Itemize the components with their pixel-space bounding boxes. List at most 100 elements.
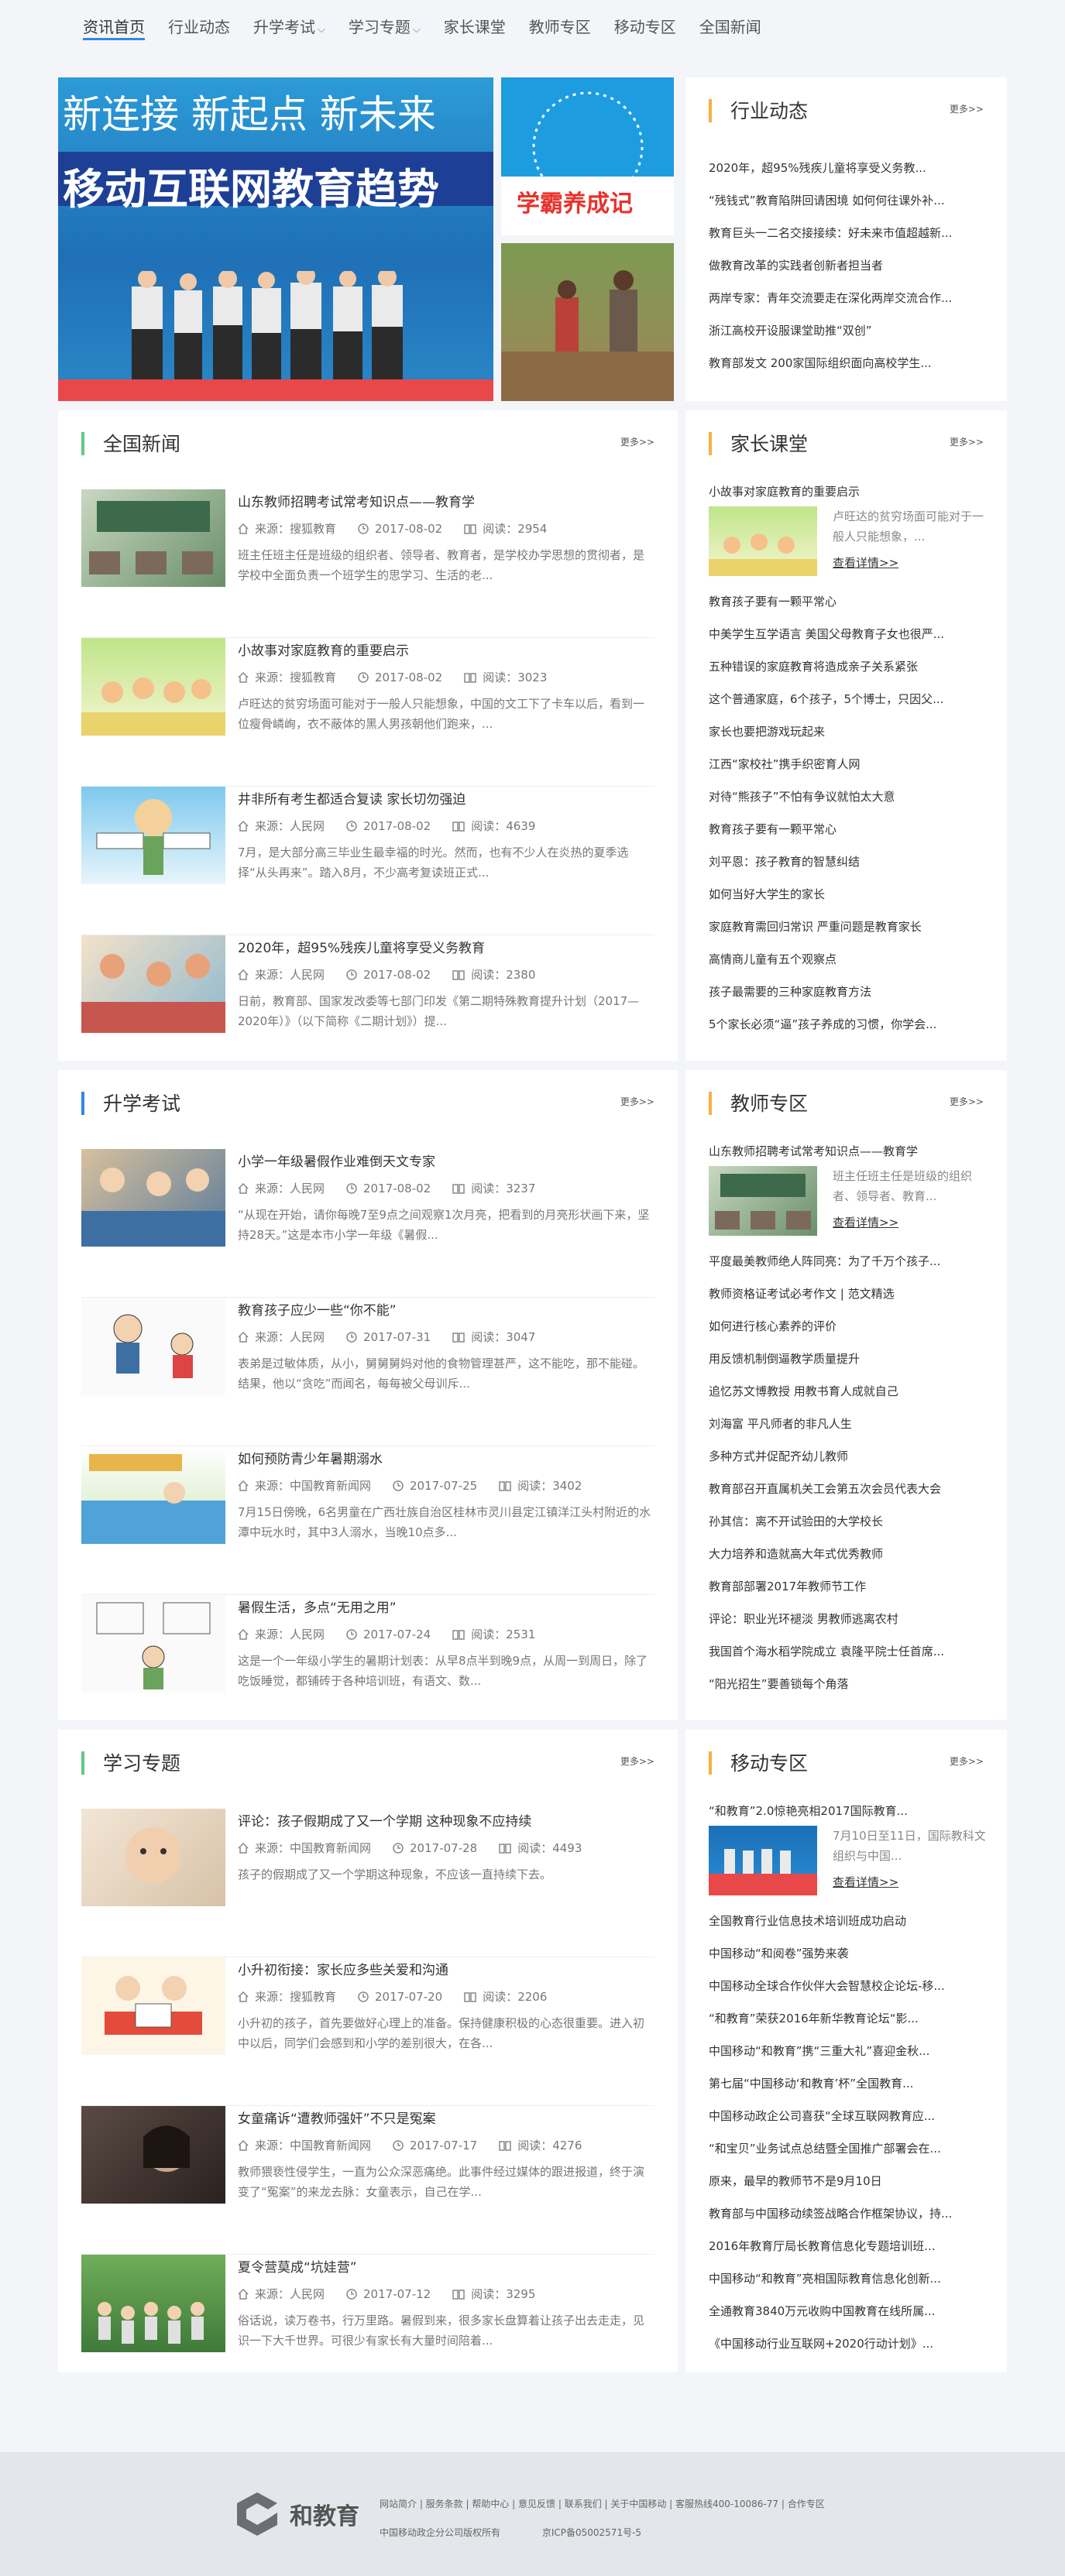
news-item[interactable]: 小故事对家庭教育的重要启示 来源：搜狐教育 2017-08-02 阅读：3023… (81, 638, 654, 787)
featured-title[interactable]: 小故事对家庭教育的重要启示 (709, 480, 991, 503)
news-title[interactable]: 如何预防青少年暑期溺水 (238, 1448, 383, 1467)
banner-side-image-2[interactable] (501, 243, 674, 401)
list-item[interactable]: 五种错误的家庭教育将造成亲子关系紧张 (709, 650, 991, 683)
banner-side-image-1[interactable]: 学霸养成记 (501, 77, 674, 235)
more-link[interactable]: 更多>> (950, 1754, 984, 1768)
featured-article[interactable]: “和教育”2.0惊艳亮相2017国际教育... 7月10日至11日，国际教科文组… (709, 1799, 991, 1897)
news-item[interactable]: 小升初衔接：家长应多些关爱和沟通 来源：搜狐教育 2017-07-20 阅读：2… (81, 1957, 654, 2106)
list-item[interactable]: 大力培养和造就高大年式优秀教师 (709, 1538, 991, 1570)
view-details-link[interactable]: 查看详情>> (833, 554, 898, 571)
view-details-link[interactable]: 查看详情>> (833, 1214, 898, 1230)
featured-article[interactable]: 小故事对家庭教育的重要启示 卢旺达的贫穷场面可能对于一般人只能想象，... 查看… (709, 480, 991, 578)
list-item[interactable]: 浙江高校开设服课堂助推“双创” (709, 314, 991, 347)
news-title[interactable]: 女童痛诉“遭教师强奸”不只是冤案 (238, 2108, 436, 2127)
list-item[interactable]: “和宝贝”业务试点总结暨全国推广部署会在... (709, 2132, 991, 2165)
news-item[interactable]: 暑假生活，多点“无用之用” 来源：人民网 2017-07-24 阅读：2531 … (81, 1595, 654, 1744)
list-item[interactable]: 中国移动“和教育”携“三重大礼”喜迎金秋... (709, 2035, 991, 2067)
list-item[interactable]: “残钱式”教育陷阱回请困境 如何何往课外补... (709, 184, 991, 217)
nav-item-industry[interactable]: 行业动态 (168, 14, 230, 40)
list-item[interactable]: “阳光招生”要善锁每个角落 (709, 1668, 991, 1700)
list-item[interactable]: 这个普通家庭，6个孩子，5个博士，只因父... (709, 683, 991, 715)
news-title[interactable]: 小故事对家庭教育的重要启示 (238, 640, 409, 659)
news-item[interactable]: 评论：孩子假期成了又一个学期 这种现象不应持续 来源：中国教育新闻网 2017-… (81, 1809, 654, 1957)
featured-article[interactable]: 山东教师招聘考试常考知识点——教育学 班主任班主任是班级的组织者、领导者、教育.… (709, 1140, 991, 1237)
news-item[interactable]: 夏令营莫成“坑娃营” 来源：人民网 2017-07-12 阅读：3295 俗话说… (81, 2255, 654, 2403)
list-item[interactable]: 教育部发文 200家国际组织面向高校学生... (709, 347, 991, 379)
list-item[interactable]: 孩子最需要的三种家庭教育方法 (709, 976, 991, 1008)
list-item[interactable]: 中国移动全球合作伙伴大会智慧校企论坛-移... (709, 1970, 991, 2002)
list-item[interactable]: 如何进行核心素养的评价 (709, 1310, 991, 1343)
nav-item-home[interactable]: 资讯首页 (83, 14, 145, 40)
list-item[interactable]: 中国移动“和教育”亮相国际教育信息化创新... (709, 2262, 991, 2295)
nav-item-topic[interactable]: 学习专题 ⌵ (349, 14, 421, 40)
news-title[interactable]: 小升初衔接：家长应多些关爱和沟通 (238, 1959, 448, 1978)
list-item[interactable]: 教育部部署2017年教师节工作 (709, 1570, 991, 1603)
list-item[interactable]: 刘海富 平凡师者的非凡人生 (709, 1408, 991, 1440)
more-link[interactable]: 更多>> (950, 435, 984, 448)
view-details-link[interactable]: 查看详情>> (833, 1874, 898, 1890)
list-item[interactable]: 教育部召开直属机关工会第五次会员代表大会 (709, 1473, 991, 1505)
list-item[interactable]: 对待“熊孩子”不怕有争议就怕太大意 (709, 780, 991, 813)
list-item[interactable]: 教育巨头一二名交接接续：好未来市值超越新... (709, 217, 991, 249)
news-item[interactable]: 小学一年级暑假作业难倒天文专家 来源：人民网 2017-08-02 阅读：323… (81, 1149, 654, 1298)
news-item[interactable]: 井非所有考生都适合复读 家长切勿强迫 来源：人民网 2017-08-02 阅读：… (81, 787, 654, 935)
more-link[interactable]: 更多>> (950, 102, 984, 115)
list-item[interactable]: 中美学生互学语言 美国父母教育子女也很严... (709, 618, 991, 650)
list-item[interactable]: 中国移动“和阅卷”强势来袭 (709, 1937, 991, 1970)
list-item[interactable]: 刘平恩：孩子教育的智慧纠结 (709, 846, 991, 878)
list-item[interactable]: 孙其信：离不开试验田的大学校长 (709, 1505, 991, 1538)
list-item[interactable]: 做教育改革的实践者创新者担当者 (709, 249, 991, 282)
list-item[interactable]: 全通教育3840万元收购中国教育在线所属... (709, 2295, 991, 2327)
list-item[interactable]: 我国首个海水稻学院成立 袁隆平院士任首席... (709, 1635, 991, 1668)
list-item[interactable]: 两岸专家：青年交流要走在深化两岸交流合作... (709, 282, 991, 314)
nav-item-mobile[interactable]: 移动专区 (614, 14, 676, 40)
list-item[interactable]: 高情商儿童有五个观察点 (709, 943, 991, 976)
list-item[interactable]: 追忆苏文博教授 用教书育人成就自己 (709, 1375, 991, 1408)
list-item[interactable]: 中国移动政企公司喜获“全球互联网教育应... (709, 2100, 991, 2132)
list-item[interactable]: 2016年教育厅局长教育信息化专题培训班... (709, 2230, 991, 2262)
list-item[interactable]: 教师资格证考试必考作文 | 范文精选 (709, 1278, 991, 1310)
more-link[interactable]: 更多>> (620, 1754, 654, 1768)
more-link[interactable]: 更多>> (620, 1095, 654, 1108)
list-item[interactable]: 平度最美教师绝人阵同亮：为了千万个孩子... (709, 1245, 991, 1278)
news-title[interactable]: 暑假生活，多点“无用之用” (238, 1597, 397, 1616)
news-title[interactable]: 2020年，超95%残疾儿童将享受义务教育 (238, 937, 485, 956)
news-title[interactable]: 井非所有考生都适合复读 家长切勿强迫 (238, 788, 466, 808)
list-item[interactable]: 如何当好大学生的家长 (709, 878, 991, 911)
list-item[interactable]: “和教育”荣获2016年新华教育论坛“影... (709, 2002, 991, 2035)
news-title[interactable]: 夏令营莫成“坑娃营” (238, 2256, 357, 2276)
news-item[interactable]: 2020年，超95%残疾儿童将享受义务教育 来源：人民网 2017-08-02 … (81, 935, 654, 1084)
list-item[interactable]: 原来，最早的教师节不是9月10日 (709, 2165, 991, 2197)
more-link[interactable]: 更多>> (620, 435, 654, 448)
featured-title[interactable]: “和教育”2.0惊艳亮相2017国际教育... (709, 1799, 991, 1823)
list-item[interactable]: 江西“家校社”携手织密育人网 (709, 748, 991, 780)
news-item[interactable]: 如何预防青少年暑期溺水 来源：中国教育新闻网 2017-07-25 阅读：340… (81, 1446, 654, 1595)
news-item[interactable]: 教育孩子应少一些“你不能” 来源：人民网 2017-07-31 阅读：3047 … (81, 1298, 654, 1446)
list-item[interactable]: 教育孩子要有一颗平常心 (709, 585, 991, 618)
list-item[interactable]: 家庭教育需回归常识 严重问题是教育家长 (709, 911, 991, 943)
banner-main-image[interactable]: 新连接 新起点 新未来 移动互联网教育趋势 (58, 77, 493, 401)
nav-item-national[interactable]: 全国新闻 (699, 14, 761, 40)
nav-item-exam[interactable]: 升学考试 ⌵ (253, 14, 325, 40)
news-title[interactable]: 评论：孩子假期成了又一个学期 这种现象不应持续 (238, 1810, 531, 1830)
list-item[interactable]: 教育孩子要有一颗平常心 (709, 813, 991, 846)
news-title[interactable]: 山东教师招聘考试常考知识点——教育学 (238, 491, 475, 510)
footer-links[interactable]: 网站简介 | 服务条款 | 帮助中心 | 意见反馈 | 联系我们 | 关于中国移… (380, 2497, 825, 2510)
list-item[interactable]: 5个家长必须“逼”孩子养成的习惯，你学会... (709, 1008, 991, 1041)
list-item[interactable]: 教育部与中国移动续签战略合作框架协议，持... (709, 2197, 991, 2230)
featured-title[interactable]: 山东教师招聘考试常考知识点——教育学 (709, 1140, 991, 1163)
list-item[interactable]: 多种方式并促配齐幼儿教师 (709, 1440, 991, 1473)
list-item[interactable]: 全国教育行业信息技术培训班成功启动 (709, 1905, 991, 1937)
list-item[interactable]: 第七届“中国移动‘和教育’杯”全国教育... (709, 2067, 991, 2100)
more-link[interactable]: 更多>> (950, 1095, 984, 1108)
news-title[interactable]: 教育孩子应少一些“你不能” (238, 1299, 397, 1319)
list-item[interactable]: 用反馈机制倒逼教学质量提升 (709, 1343, 991, 1375)
nav-item-parents[interactable]: 家长课堂 (444, 14, 506, 40)
list-item[interactable]: 2020年，超95%残疾儿童将享受义务教... (709, 152, 991, 184)
news-title[interactable]: 小学一年级暑假作业难倒天文专家 (238, 1151, 435, 1170)
list-item[interactable]: 家长也要把游戏玩起来 (709, 715, 991, 748)
footer-logo[interactable]: 和教育 (232, 2489, 359, 2539)
list-item[interactable]: 评论：职业光环褪淡 男教师逃离农村 (709, 1603, 991, 1635)
nav-item-teacher[interactable]: 教师专区 (529, 14, 591, 40)
list-item[interactable]: 《中国移动行业互联网+2020行动计划》... (709, 2327, 991, 2360)
